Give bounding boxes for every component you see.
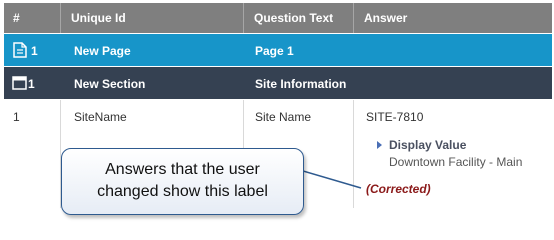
section-row-unique-id: New Section xyxy=(74,77,146,91)
table-header-row: # Unique Id Question Text Answer xyxy=(4,3,552,33)
section-row-cell-answer xyxy=(355,67,552,99)
section-row-cell-question-text: Site Information xyxy=(245,67,354,99)
display-value-text: Downtown Facility - Main xyxy=(389,155,523,169)
callout-pointer xyxy=(303,170,362,189)
header-cell-unique-id: Unique Id xyxy=(62,3,244,33)
section-row[interactable]: 1 New Section Site Information xyxy=(4,67,552,99)
data-row-unique-id: SiteName xyxy=(74,110,127,124)
callout-line-1: Answers that the user xyxy=(105,161,260,178)
expand-arrow-icon[interactable] xyxy=(377,141,382,149)
page-row-cell-answer xyxy=(355,34,552,66)
section-row-cell-unique-id: New Section xyxy=(62,67,244,99)
display-value-block[interactable]: Display Value Downtown Facility - Main xyxy=(377,138,523,169)
display-value-label: Display Value xyxy=(389,138,467,152)
header-number[interactable]: # xyxy=(13,11,20,25)
page-row-unique-id: New Page xyxy=(74,44,131,58)
data-row-number: 1 xyxy=(13,110,20,124)
page-row-question-text: Page 1 xyxy=(255,44,294,58)
callout-box: Answers that the user changed show this … xyxy=(61,148,304,215)
section-row-question-text: Site Information xyxy=(255,77,347,91)
page-row-cell-question-text: Page 1 xyxy=(245,34,354,66)
data-row-cell-number: 1 xyxy=(4,100,61,208)
header-cell-question-text: Question Text xyxy=(245,3,354,33)
data-row-cell-answer: SITE-7810 Display Value Downtown Facilit… xyxy=(355,100,552,208)
page-row-cell-number: 1 xyxy=(4,34,61,66)
header-cell-answer: Answer xyxy=(355,3,552,33)
section-icon xyxy=(12,76,27,90)
header-answer[interactable]: Answer xyxy=(364,11,407,25)
section-row-cell-number: 1 xyxy=(4,67,61,99)
section-row-number: 1 xyxy=(28,77,35,91)
header-cell-number: # xyxy=(4,3,61,33)
data-row-question-text: Site Name xyxy=(255,110,312,124)
header-unique-id[interactable]: Unique Id xyxy=(71,11,126,25)
page-row-cell-unique-id: New Page xyxy=(62,34,244,66)
page-row-number: 1 xyxy=(31,44,38,58)
answer-value: SITE-7810 xyxy=(366,110,424,124)
callout-line-2: changed show this label xyxy=(97,183,268,200)
corrected-label: (Corrected) xyxy=(366,182,431,196)
header-question-text[interactable]: Question Text xyxy=(254,11,333,25)
page-icon xyxy=(13,42,27,58)
page-row[interactable]: 1 New Page Page 1 xyxy=(4,34,552,66)
